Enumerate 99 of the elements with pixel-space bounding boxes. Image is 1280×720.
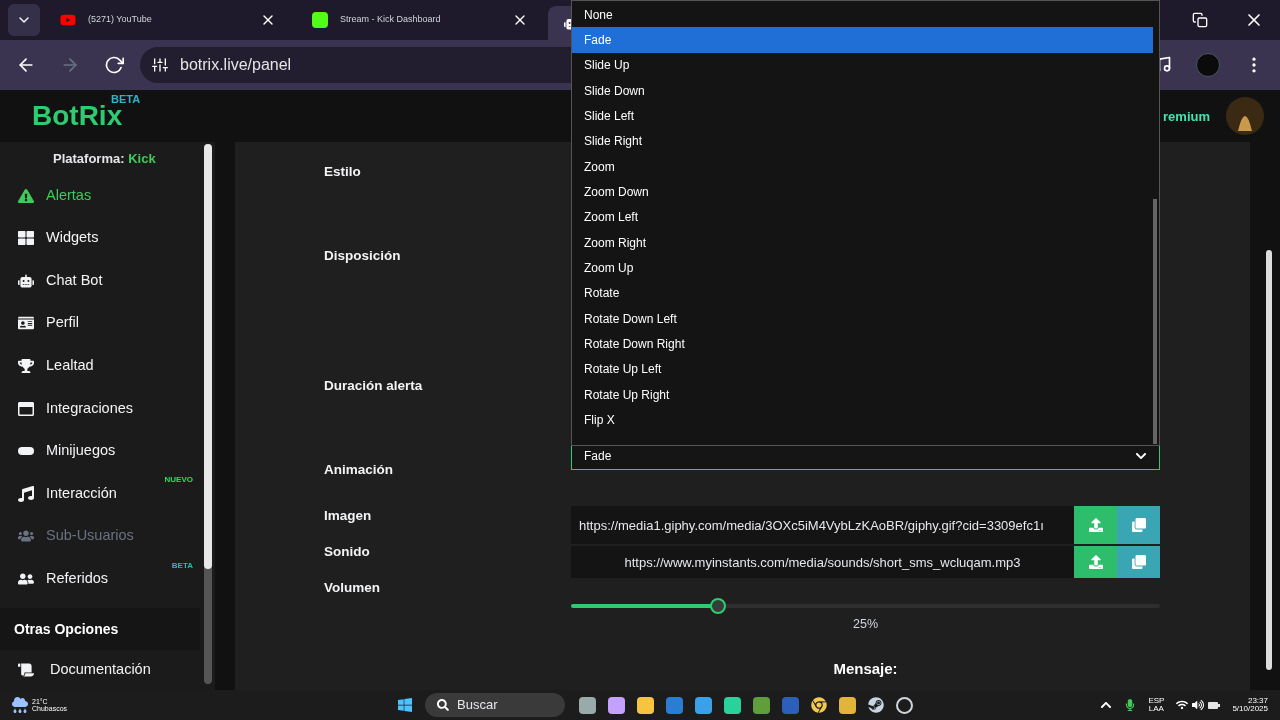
dropdown-option[interactable]: Fade bbox=[572, 27, 1153, 53]
search-field[interactable]: Buscar bbox=[425, 693, 566, 718]
trophy-icon bbox=[18, 357, 34, 374]
plan-label: remium bbox=[1163, 107, 1210, 126]
volume-icon[interactable] bbox=[1192, 699, 1205, 712]
app-icon[interactable] bbox=[637, 696, 655, 714]
warning-icon bbox=[18, 187, 34, 204]
platform-label: Plataforma: Kick bbox=[53, 149, 156, 168]
dropdown-option[interactable]: Rotate Up Right bbox=[572, 382, 1153, 408]
sidebar-item[interactable]: Minijuegos bbox=[0, 429, 215, 473]
dropdown-option[interactable]: Rotate Down Right bbox=[572, 331, 1153, 357]
upload-icon bbox=[1088, 518, 1103, 533]
dropdown-option[interactable]: Rotate Up Left bbox=[572, 356, 1153, 383]
site-settings-icon[interactable] bbox=[152, 57, 168, 74]
field-label: Disposición bbox=[324, 247, 401, 266]
dropdown-option[interactable]: Slide Down bbox=[572, 78, 1153, 104]
k-logo-icon bbox=[312, 12, 328, 28]
id-card-icon bbox=[18, 315, 34, 332]
dropdown-option[interactable]: Zoom Down bbox=[572, 179, 1153, 205]
dropdown-option[interactable]: Slide Left bbox=[572, 103, 1153, 129]
robot-icon bbox=[18, 272, 34, 289]
gallery-button[interactable] bbox=[1117, 506, 1160, 545]
message-label: Mensaje: bbox=[832, 659, 899, 679]
steam-icon[interactable] bbox=[868, 697, 885, 714]
grid-icon bbox=[18, 230, 34, 247]
dropdown-option[interactable]: Rotate Down Left bbox=[572, 306, 1153, 332]
sidebar-item[interactable]: Widgets bbox=[0, 216, 215, 260]
users-icon bbox=[18, 528, 34, 545]
app-icon[interactable] bbox=[608, 696, 626, 714]
window-icon bbox=[18, 400, 34, 417]
scrollbar-thumb[interactable] bbox=[1266, 250, 1272, 671]
field-label: Volumen bbox=[324, 579, 380, 598]
sound-url-field[interactable]: https://www.myinstants.com/media/sounds/short_sms_wcluqam.mp3 bbox=[571, 546, 1074, 579]
image-url-field[interactable]: https://media1.giphy.com/media/3OXc5iM4VybLzKAoBR/giphy.gif?cid=3309efc1ı bbox=[571, 506, 1074, 545]
wifi-icon[interactable] bbox=[1176, 699, 1189, 712]
tab-list-button[interactable] bbox=[8, 4, 40, 36]
app-icon[interactable] bbox=[695, 696, 713, 714]
app-icon[interactable] bbox=[724, 696, 742, 714]
dropdown-option[interactable]: Slide Up bbox=[572, 52, 1153, 79]
sidebar-item[interactable]: Interacción NUEVO bbox=[0, 472, 215, 515]
field-label: Sonido bbox=[324, 543, 370, 562]
dropdown-option[interactable]: Flip X bbox=[572, 407, 1153, 433]
sidebar-item[interactable]: Integraciones bbox=[0, 387, 215, 430]
microphone-icon[interactable] bbox=[1124, 699, 1137, 712]
sidebar-item[interactable]: Perfil bbox=[0, 302, 215, 345]
sidebar-item[interactable]: Referidos BETA bbox=[0, 557, 215, 601]
sidebar-item[interactable]: Documentación bbox=[0, 650, 215, 691]
field-label: Estilo bbox=[324, 163, 361, 182]
search-icon bbox=[437, 699, 450, 712]
upload-button[interactable] bbox=[1074, 506, 1117, 545]
scrollbar-thumb[interactable] bbox=[1153, 199, 1157, 444]
clock-time[interactable]: 23:37 bbox=[1247, 697, 1268, 706]
section-heading: Otras Opciones bbox=[14, 619, 119, 639]
dropdown-option[interactable]: Slide Right bbox=[572, 128, 1153, 155]
field-label: Duración alerta bbox=[324, 377, 423, 396]
volume-slider[interactable] bbox=[571, 598, 1160, 615]
start-icon[interactable] bbox=[397, 697, 414, 714]
badge-label: BETA bbox=[171, 559, 193, 572]
sidebar-item[interactable]: Alertas bbox=[0, 174, 215, 217]
badge-label: NUEVO bbox=[164, 474, 193, 487]
app-icon[interactable] bbox=[579, 696, 597, 714]
tab-title: (5271) YouTube bbox=[88, 13, 153, 27]
browser-tab[interactable]: (5271) YouTube bbox=[44, 3, 292, 37]
scrollbar-thumb[interactable] bbox=[204, 144, 212, 570]
sidebar-item[interactable]: Lealtad bbox=[0, 344, 215, 388]
beta-label: BETA bbox=[111, 92, 141, 106]
gallery-button[interactable] bbox=[1117, 546, 1160, 579]
upload-button[interactable] bbox=[1074, 546, 1117, 579]
field-label: Animación bbox=[324, 461, 393, 480]
avatar[interactable] bbox=[1226, 97, 1264, 136]
app-icon[interactable] bbox=[753, 696, 771, 714]
play-icon bbox=[60, 12, 76, 28]
chrome-icon[interactable] bbox=[811, 697, 828, 714]
browser-tab[interactable]: Stream - Kick Dashboard bbox=[296, 3, 544, 37]
region-text[interactable]: LAA bbox=[1148, 705, 1164, 714]
sidebar-item[interactable]: Chat Bot bbox=[0, 259, 215, 303]
dropdown-option[interactable]: None bbox=[572, 2, 1153, 28]
upload-icon bbox=[1088, 555, 1103, 570]
volume-reading: 25% bbox=[852, 616, 879, 634]
gallery-icon bbox=[1131, 555, 1146, 570]
weather-icon[interactable] bbox=[12, 697, 28, 714]
scrollbar[interactable] bbox=[204, 144, 212, 685]
restore-icon[interactable] bbox=[1192, 12, 1208, 28]
reload-icon[interactable] bbox=[104, 55, 124, 76]
app-icon[interactable] bbox=[839, 696, 857, 714]
dropdown-option[interactable]: Zoom Up bbox=[572, 255, 1153, 281]
clock-date[interactable]: 5/10/2025 bbox=[1232, 705, 1268, 714]
battery-icon[interactable] bbox=[1208, 701, 1221, 709]
dropdown-option[interactable]: Zoom bbox=[572, 154, 1153, 180]
field-label: Imagen bbox=[324, 507, 372, 526]
tab-title: Stream - Kick Dashboard bbox=[340, 13, 442, 27]
scroll-icon bbox=[18, 662, 34, 679]
music-note-icon bbox=[18, 485, 34, 502]
language-text[interactable]: ESP bbox=[1148, 697, 1165, 706]
dropdown-option[interactable]: Zoom Left bbox=[572, 204, 1153, 231]
app-icon[interactable] bbox=[896, 696, 914, 714]
gallery-icon bbox=[1131, 518, 1146, 533]
dropdown-option[interactable]: Rotate bbox=[572, 280, 1153, 307]
dropdown-option[interactable]: Zoom Right bbox=[572, 230, 1153, 256]
